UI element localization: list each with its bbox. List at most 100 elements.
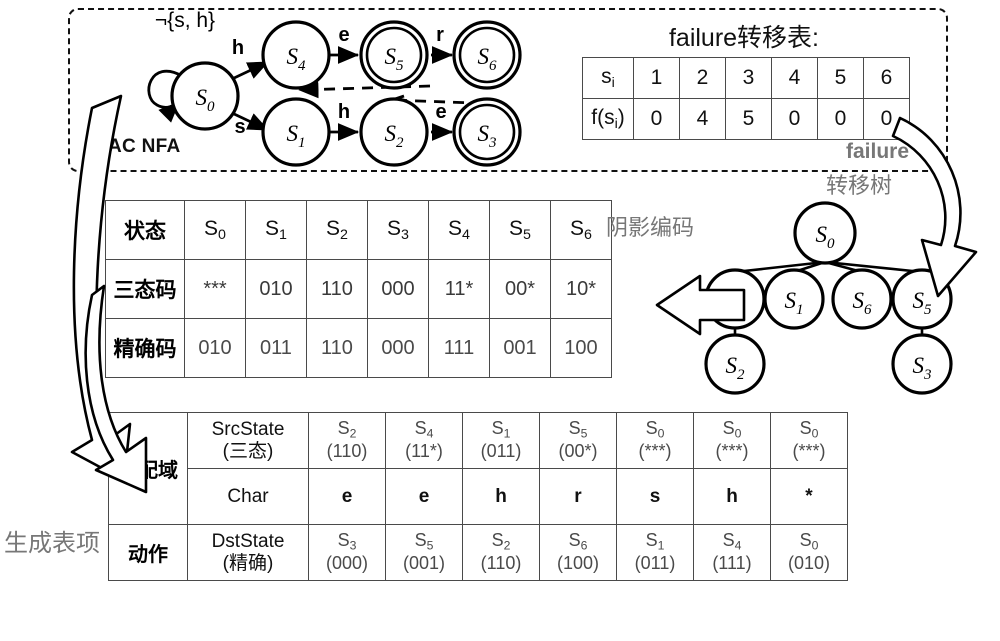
section-label-action: 动作 xyxy=(108,524,188,581)
src-code: (***) xyxy=(715,441,749,462)
field-label-srcstate: SrcState (三态) xyxy=(187,412,309,469)
src-state-cell: S1 (011) xyxy=(462,412,540,469)
char-cell: r xyxy=(539,468,617,525)
char-cell: e xyxy=(385,468,463,525)
exact-code-cell: 010 xyxy=(184,318,246,378)
failure-state-cell: 2 xyxy=(679,57,726,99)
failure-value-cell: 0 xyxy=(817,98,864,140)
dst-code: (010) xyxy=(787,553,831,574)
dst-state-cell: S4 (111) xyxy=(693,524,771,581)
tree-node-s3: S3 xyxy=(891,333,953,395)
exact-code-cell: 000 xyxy=(367,318,429,378)
failure-row-header-si: si xyxy=(582,57,634,99)
shadow-encoding-label: 阴影编码 xyxy=(605,215,694,240)
dst-code: (000) xyxy=(325,553,369,574)
char-cell: h xyxy=(693,468,771,525)
dst-state-cell: S6 (100) xyxy=(539,524,617,581)
failure-value-cell: 0 xyxy=(633,98,680,140)
field-srcstate-name: SrcState xyxy=(211,418,285,440)
arrow-shadow-encoding xyxy=(655,274,746,336)
dst-state-cell: S2 (110) xyxy=(462,524,540,581)
src-code: (011) xyxy=(480,441,522,462)
dst-code: (011) xyxy=(634,553,676,574)
dst-state-cell: S0 (010) xyxy=(770,524,848,581)
svg-text:S4: S4 xyxy=(726,288,746,318)
table-row: 精确码 010 011 110 000 111 001 100 xyxy=(105,318,612,378)
ternary-code-cell: 110 xyxy=(306,259,368,319)
tree-node-s5: S5 xyxy=(891,268,953,330)
tree-node-s2: S2 xyxy=(704,333,766,395)
tree-node-s1: S1 xyxy=(763,268,825,330)
failure-value-cell: 5 xyxy=(725,98,772,140)
failure-value-cell: 0 xyxy=(863,98,910,140)
encoding-state-cell: S3 xyxy=(367,200,429,260)
exact-code-cell: 001 xyxy=(489,318,551,378)
tree-node-s4: S4 xyxy=(704,268,766,330)
ac-nfa-label: AC NFA xyxy=(108,136,181,157)
failure-state-cell: 6 xyxy=(863,57,910,99)
encoding-row-header: 状态 xyxy=(105,200,185,260)
src-state-cell: S0 (***) xyxy=(693,412,771,469)
failure-row-header-fsi: f(si) xyxy=(582,98,634,140)
char-cell: * xyxy=(770,468,848,525)
src-code: (00*) xyxy=(558,441,598,462)
failure-value-cell: 0 xyxy=(771,98,818,140)
ternary-code-cell: 000 xyxy=(367,259,429,319)
dst-code: (110) xyxy=(480,553,522,574)
encoding-state-cell: S1 xyxy=(245,200,307,260)
failure-transition-table: si 1 2 3 4 5 6 f(si) 0 4 5 0 0 0 xyxy=(582,57,910,140)
field-dststate-name: DstState xyxy=(211,530,285,552)
dst-code: (001) xyxy=(402,553,446,574)
encoding-state-cell: S2 xyxy=(306,200,368,260)
src-state-cell: S0 (***) xyxy=(770,412,848,469)
encoding-state-cell: S5 xyxy=(489,200,551,260)
table-row: 匹配域 SrcState (三态) S2 (110) S4 (11*) S1 (011… xyxy=(108,412,848,525)
exact-code-cell: 011 xyxy=(245,318,307,378)
failure-value-cell: 4 xyxy=(679,98,726,140)
char-cell: s xyxy=(616,468,694,525)
failure-state-cell: 4 xyxy=(771,57,818,99)
src-state-cell: S5 (00*) xyxy=(539,412,617,469)
dst-state-cell: S1 (011) xyxy=(616,524,694,581)
encoding-state-cell: S6 xyxy=(550,200,612,260)
section-label-match: 匹配域 xyxy=(108,412,188,525)
src-code: (***) xyxy=(638,441,672,462)
rule-entry-table: 匹配域 SrcState (三态) S2 (110) S4 (11*) S1 (011… xyxy=(108,412,848,581)
field-label-char: Char xyxy=(187,468,309,525)
failure-table-title: failure转移表: xyxy=(668,24,820,52)
encoding-state-cell: S4 xyxy=(428,200,490,260)
failure-tree-links xyxy=(733,260,924,336)
table-row: 三态码 *** 010 110 000 11* 00* 10* xyxy=(105,259,612,319)
char-cell: e xyxy=(308,468,386,525)
src-code: (***) xyxy=(792,441,826,462)
encoding-row-header: 精确码 xyxy=(105,318,185,378)
ternary-code-cell: 00* xyxy=(489,259,551,319)
ternary-code-cell: 11* xyxy=(428,259,490,319)
svg-text:S1: S1 xyxy=(785,288,804,318)
exact-code-cell: 110 xyxy=(306,318,368,378)
ternary-code-cell: *** xyxy=(184,259,246,319)
field-srcstate-sub: (三态) xyxy=(222,440,274,462)
ternary-code-cell: 010 xyxy=(245,259,307,319)
failure-word-label: failure xyxy=(846,140,910,163)
failure-state-cell: 1 xyxy=(633,57,680,99)
dst-state-cell: S3 (000) xyxy=(308,524,386,581)
exact-code-cell: 100 xyxy=(550,318,612,378)
svg-text:S5: S5 xyxy=(913,288,933,318)
encoding-row-header: 三态码 xyxy=(105,259,185,319)
failure-state-cell: 3 xyxy=(725,57,772,99)
src-state-cell: S2 (110) xyxy=(308,412,386,469)
ternary-code-cell: 10* xyxy=(550,259,612,319)
dst-code: (100) xyxy=(556,553,600,574)
table-row: f(si) 0 4 5 0 0 0 xyxy=(582,98,910,140)
table-row: 状态 S0 S1 S2 S3 S4 S5 S6 xyxy=(105,200,612,260)
svg-text:S0: S0 xyxy=(816,222,836,252)
svg-text:S3: S3 xyxy=(913,353,932,383)
dst-state-cell: S5 (001) xyxy=(385,524,463,581)
char-cell: h xyxy=(462,468,540,525)
src-code: (11*) xyxy=(405,441,443,462)
table-row: Char e e h r s h * xyxy=(109,468,848,525)
src-code: (110) xyxy=(326,441,368,462)
state-encoding-table: 状态 S0 S1 S2 S3 S4 S5 S6 三态码 *** 010 110 … xyxy=(105,200,612,378)
generate-entries-label: 生成表项 xyxy=(4,530,100,557)
